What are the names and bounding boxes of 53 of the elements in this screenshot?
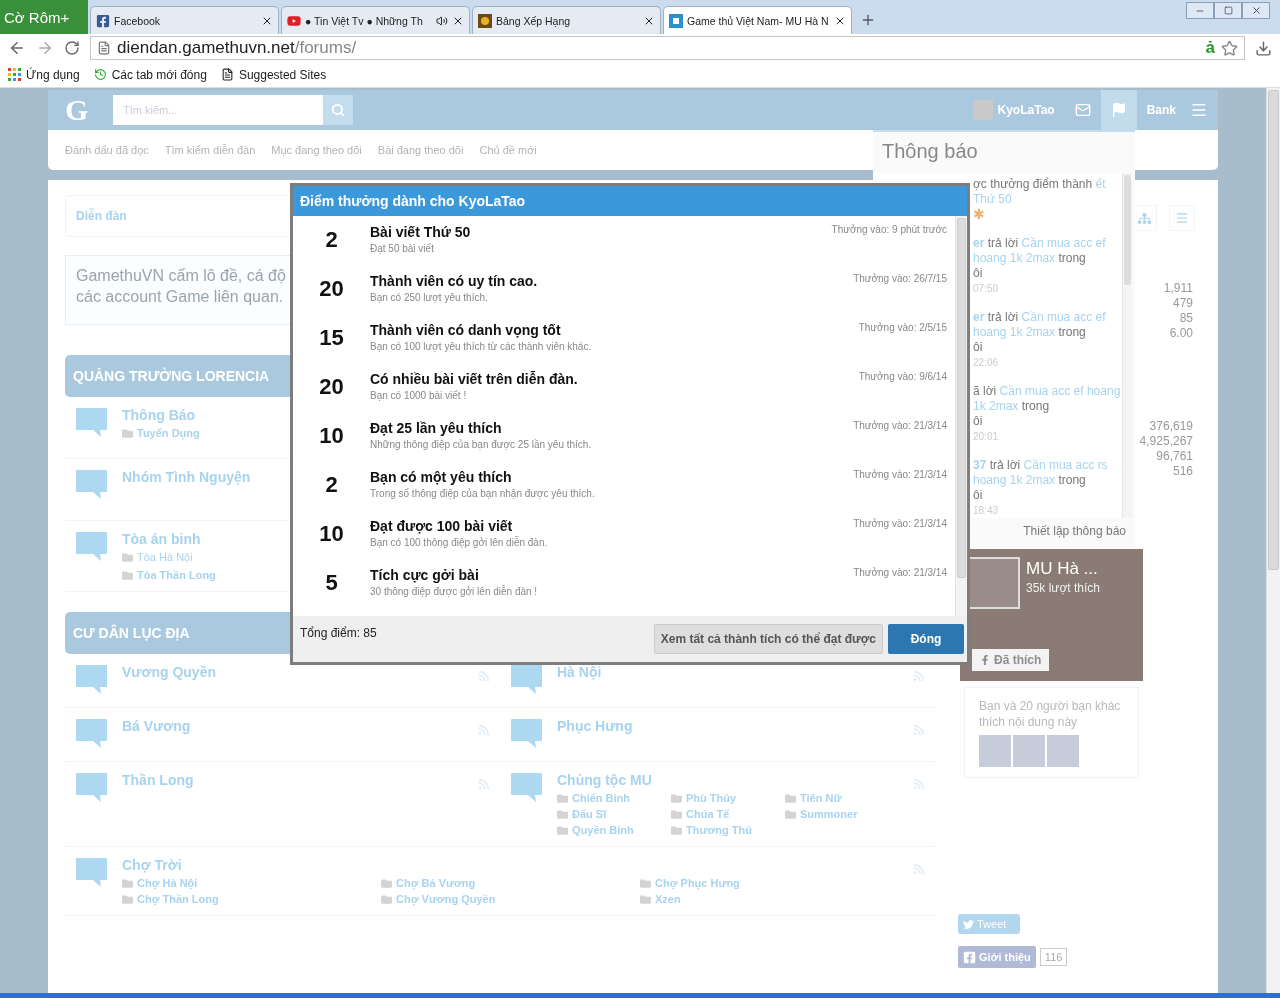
forum-name: ôi xyxy=(973,266,984,282)
award-title: Đạt 25 lần yêu thích xyxy=(370,419,503,436)
award-title: Có nhiều bài viết trên diễn đàn. xyxy=(370,370,579,387)
stat-value: 479 xyxy=(1172,296,1193,311)
stat-value: 1,911 xyxy=(1163,281,1193,296)
total-points: Tổng điểm: 85 xyxy=(300,625,378,640)
stat-value: 96,761 xyxy=(1156,449,1193,464)
award-date: Thưởng vào: 2/5/15 xyxy=(858,321,948,335)
notice-text: các account Game liên quan. xyxy=(76,287,285,307)
forum-name: ôi xyxy=(973,488,984,504)
award-title: Bạn có một yêu thích xyxy=(370,468,513,485)
star-icon: ✱ xyxy=(973,207,983,223)
award-description: Bạn có 100 lượt yêu thích từ các thành viên khác. xyxy=(370,340,593,352)
award-title: Bài viết Thứ 50 xyxy=(370,223,472,240)
award-description: Bạn có 1000 bài viết ! xyxy=(370,389,468,401)
award-description: Những thông điệp của bạn được 25 lần yêu thích. xyxy=(370,438,593,450)
award-points: 15 xyxy=(318,323,345,352)
forum-name: ôi xyxy=(973,414,984,430)
award-points: 2 xyxy=(324,225,339,254)
stat-value: 516 xyxy=(1172,464,1193,479)
award-date: Thưởng vào: 21/3/14 xyxy=(853,566,948,580)
award-title: Tích cực gởi bài xyxy=(370,566,480,583)
award-points: 10 xyxy=(318,421,345,450)
award-date: Thưởng vào: 21/3/14 xyxy=(853,517,948,531)
award-description: Đạt 50 bài viết xyxy=(370,242,435,254)
share-count: 116 xyxy=(1039,948,1068,966)
notice-text: GamethuVN cấm lô đề, cá độ xyxy=(76,266,287,286)
award-points: 20 xyxy=(318,274,345,303)
forum-name: ôi xyxy=(973,340,984,356)
like-count: 35k lượt thích xyxy=(1026,581,1100,595)
award-title: Thành viên có uy tín cao. xyxy=(370,272,539,289)
award-points: 2 xyxy=(324,470,339,499)
award-description: Trong số thông điệp của bạn nhận được yêu thích. xyxy=(370,487,596,499)
award-description: Bạn có 250 lượt yêu thích. xyxy=(370,291,489,303)
award-description: 30 thông điệp được gởi lên diễn đàn ! xyxy=(370,585,539,597)
dialog-title: Điểm thưởng dành cho KyoLaTao xyxy=(293,186,967,216)
award-title: Thành viên có danh vọng tốt xyxy=(370,321,562,338)
award-date: Thưởng vào: 21/3/14 xyxy=(853,468,948,482)
stat-value: 376,619 xyxy=(1149,419,1193,434)
award-date: Thưởng vào: 21/3/14 xyxy=(853,419,948,433)
award-date: Thưởng vào: 9 phút trước xyxy=(831,223,948,237)
friends-text: Bạn và 20 người bạn khác thích nội dung này xyxy=(979,698,1122,730)
dropdown-title: Thông báo xyxy=(881,139,979,164)
award-points: 5 xyxy=(324,568,339,597)
award-description: Bạn có 100 thông điệp gởi lên diễn đàn. xyxy=(370,536,549,548)
award-date: Thưởng vào: 9/6/14 xyxy=(858,370,948,384)
stat-value: 6.00 xyxy=(1169,326,1193,341)
award-date: Thưởng vào: 26/7/15 xyxy=(853,272,948,286)
award-title: Đạt được 100 bài viết xyxy=(370,517,514,534)
stat-value: 4,925,267 xyxy=(1139,434,1193,449)
award-points: 20 xyxy=(318,372,345,401)
award-points: 10 xyxy=(318,519,345,548)
stat-value: 85 xyxy=(1179,311,1193,326)
